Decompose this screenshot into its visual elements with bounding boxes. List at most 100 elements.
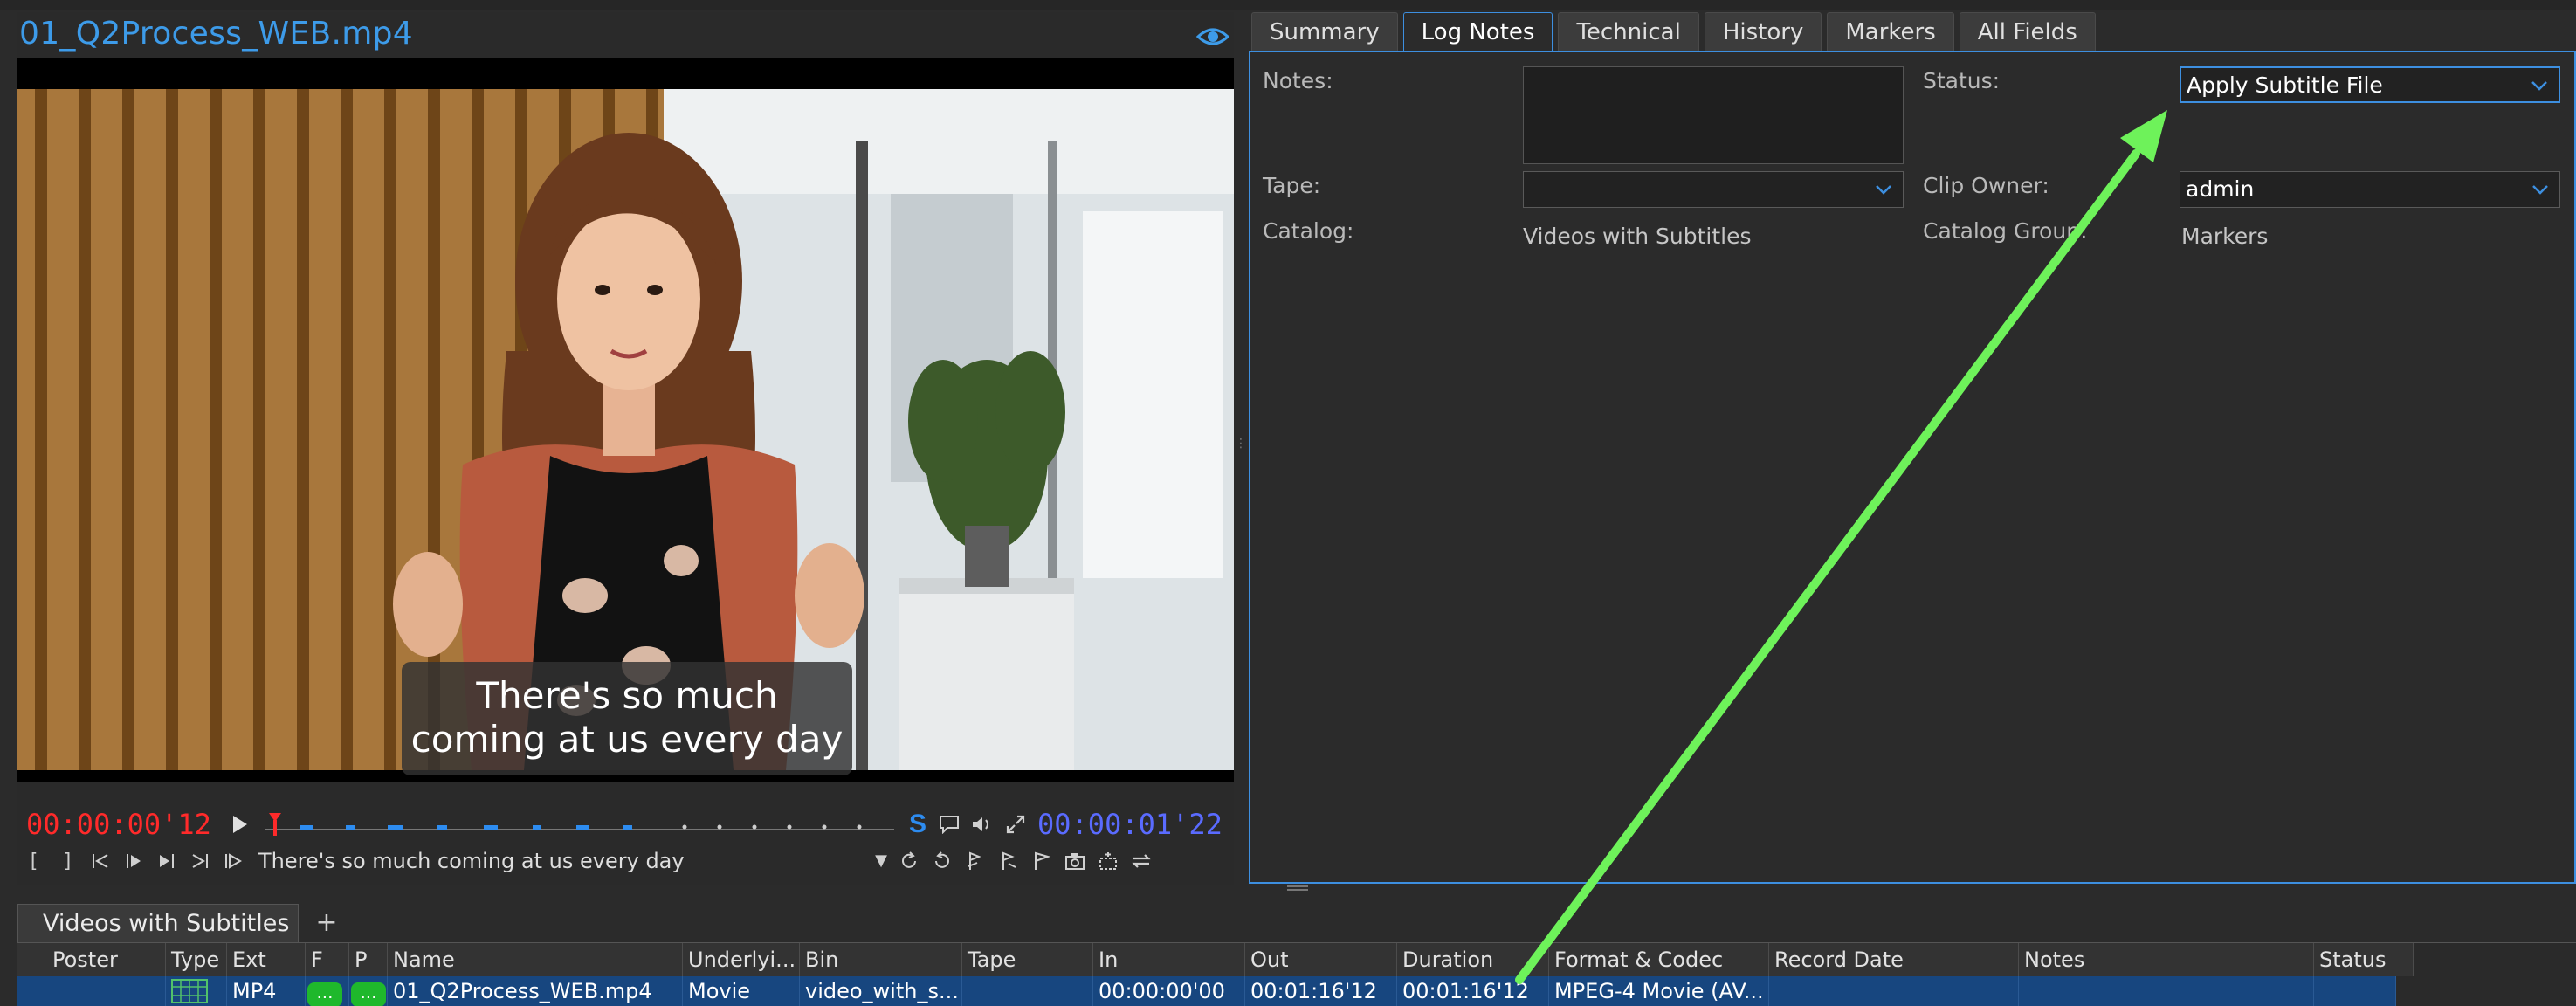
viewer-panel: 01_Q2Process_WEB.mp4 There's so much com… [17,12,1234,885]
bin-tab-videos-with-subtitles[interactable]: Videos with Subtitles [17,904,299,942]
flag-button[interactable] [1025,845,1058,877]
cell-p: ... [349,976,388,1006]
redo-button[interactable] [926,845,959,877]
column-header-notes[interactable]: Notes [2019,943,2314,976]
column-header-out[interactable]: Out [1245,943,1397,976]
play-button[interactable] [224,809,257,840]
cell-status [2314,976,2396,1006]
vertical-splitter[interactable]: ⋮ [1235,437,1247,458]
subtitle-line-1: There's so much [476,674,778,717]
clip-owner-value: admin [2186,176,2255,202]
caption-text: There's so much coming at us every day [258,849,685,873]
volume-button[interactable] [966,809,999,840]
mark-in-button[interactable]: [ [17,845,51,877]
go-to-in-button[interactable] [84,845,117,877]
column-header-format-codec[interactable]: Format & Codec [1549,943,1769,976]
mark-out-button[interactable]: ] [51,845,84,877]
caption-selector[interactable]: There's so much coming at us every day ▼ [255,845,892,877]
marker-out-button[interactable] [992,845,1025,877]
tab-all-fields[interactable]: All Fields [1959,12,2096,51]
loop-button[interactable] [892,845,926,877]
column-header-status[interactable]: Status [2314,943,2414,976]
step-back-button[interactable] [117,845,150,877]
cell-duration: 00:01:16'12 [1397,976,1549,1006]
play-in-to-out-icon [225,853,242,869]
column-header-f[interactable]: F [306,943,349,976]
column-header-ext[interactable]: Ext [227,943,306,976]
table-row[interactable]: MP4 ... ... 01_Q2Process_WEB.mp4 Movie v… [17,976,2396,1006]
notes-label: Notes: [1263,68,1333,93]
film-icon [171,979,208,1003]
column-header-record-date[interactable]: Record Date [1769,943,2019,976]
column-header-tape[interactable]: Tape [962,943,1093,976]
snapshot-button[interactable] [1058,845,1092,877]
cell-out: 00:01:16'12 [1245,976,1397,1006]
bin-table: Poster Type Ext F P Name Underlyi... Bin… [17,942,2576,1006]
clip-owner-dropdown[interactable]: admin [2180,171,2560,208]
subtitle-line-2: coming at us every day [410,718,844,761]
clip-owner-label: Clip Owner: [1923,173,2049,198]
add-bin-button[interactable]: + [307,906,346,941]
redo-icon [935,851,949,868]
step-forward-icon [160,854,174,868]
fullscreen-button[interactable] [999,809,1032,840]
cell-type [166,976,227,1006]
eye-icon[interactable] [1195,19,1230,54]
column-header-type[interactable]: Type [166,943,227,976]
chevron-down-icon: ▼ [875,851,887,870]
top-toolbar-strip [0,0,2576,10]
column-header-p[interactable]: P [349,943,388,976]
column-header-name[interactable]: Name [388,943,683,976]
effects-icon [1099,852,1117,870]
f-status-pill[interactable]: ... [307,982,342,1006]
cell-name: 01_Q2Process_WEB.mp4 [388,976,683,1006]
chevron-down-icon [2531,81,2547,91]
subtitle-toggle-button[interactable]: S [903,810,933,839]
catalog-value: Videos with Subtitles [1523,224,1752,249]
column-header-duration[interactable]: Duration [1397,943,1549,976]
fullscreen-icon [1006,815,1025,834]
horizontal-splitter[interactable] [1287,884,1308,892]
column-header-underlying[interactable]: Underlyi... [683,943,800,976]
flag-icon [1035,851,1051,870]
tab-markers[interactable]: Markers [1827,12,1954,51]
catalog-group-value: Markers [2181,224,2269,249]
clip-title: 01_Q2Process_WEB.mp4 [19,16,413,52]
snapshot-icon [1065,853,1085,870]
total-timecode: 00:00:01'22 [1037,808,1223,841]
column-header-poster[interactable]: Poster [17,943,166,976]
metadata-tabs: Summary Log Notes Technical History Mark… [1251,12,2096,52]
tab-log-notes[interactable]: Log Notes [1402,12,1553,52]
comment-button[interactable] [933,809,966,840]
log-notes-panel: Notes: Status: Apply Subtitle File Tape:… [1249,51,2576,884]
cell-underlying: Movie [683,976,800,1006]
tape-label: Tape: [1263,173,1321,198]
current-timecode: 00:00:00'12 [26,808,211,841]
notes-textarea[interactable] [1523,66,1904,164]
video-frame[interactable]: There's so much coming at us every day [17,58,1234,782]
loop-icon [902,851,916,868]
timeline-scrubber[interactable] [265,811,894,837]
column-header-in[interactable]: In [1093,943,1245,976]
cell-notes [2019,976,2314,1006]
effects-button[interactable] [1092,845,1125,877]
p-status-pill[interactable]: ... [351,982,386,1006]
tab-summary[interactable]: Summary [1251,12,1398,51]
add-marker-button[interactable] [959,845,992,877]
column-header-bin[interactable]: Bin [800,943,962,976]
chevron-down-icon [2532,185,2548,195]
transport-controls-row: [ ] There's so much coming at us every d… [17,844,1234,879]
add-marker-icon [968,851,981,870]
status-dropdown[interactable]: Apply Subtitle File [2180,66,2560,103]
marker-out-icon [1002,851,1016,870]
tab-technical[interactable]: Technical [1558,12,1699,51]
mark-in-icon: [ [30,850,38,872]
go-to-out-button[interactable] [183,845,217,877]
play-in-to-out-button[interactable] [217,845,250,877]
step-forward-button[interactable] [150,845,183,877]
subtitle-overlay: There's so much coming at us every day [402,662,852,775]
swap-button[interactable] [1125,845,1158,877]
catalog-label: Catalog: [1263,218,1354,244]
tab-history[interactable]: History [1704,12,1822,51]
tape-dropdown[interactable] [1523,171,1904,208]
